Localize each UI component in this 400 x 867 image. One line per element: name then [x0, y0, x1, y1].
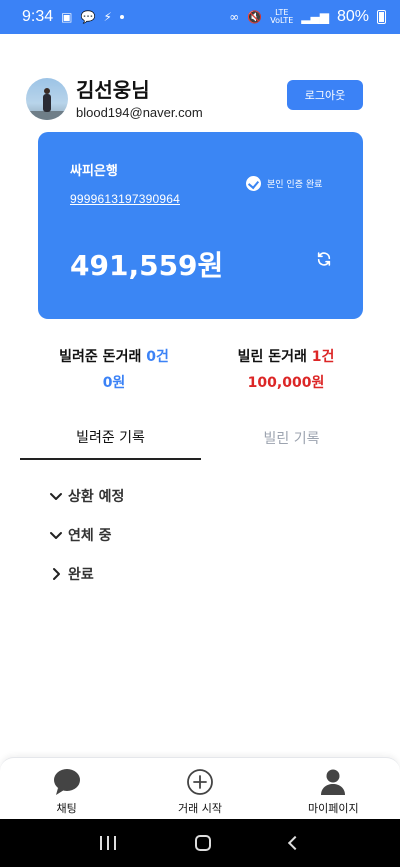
more-notifications-dot	[119, 15, 124, 19]
avatar-ground	[26, 111, 68, 120]
nav-start-deal-label: 거래 시작	[178, 802, 222, 815]
account-number[interactable]: 9999613197390964	[70, 192, 180, 206]
section-completed[interactable]: 완료	[48, 564, 124, 584]
chevron-right-icon	[53, 568, 60, 580]
tab-borrowed-history[interactable]: 빌린 기록	[201, 416, 382, 460]
section-label: 상환 예정	[68, 489, 125, 505]
mute-icon: 🔇	[247, 10, 263, 24]
battery-icon	[377, 10, 386, 24]
nav-chat-label: 채팅	[56, 802, 77, 815]
battery-percent: 80%	[336, 8, 369, 25]
history-sections: 상환 예정 연체 중 완료	[48, 486, 124, 603]
lent-stat-title: 빌려준 돈거래 0건	[14, 346, 214, 366]
recent-apps-icon[interactable]	[99, 836, 116, 850]
network-bottom: VoLTE	[270, 16, 294, 25]
profile-text: 김선웅님 blood194@naver.com	[76, 78, 203, 120]
lent-stat: 빌려준 돈거래 0건 0원	[14, 346, 214, 392]
signal-icon: ▂▄▆	[301, 10, 329, 24]
nav-start-deal[interactable]: 거래 시작	[133, 758, 266, 819]
home-icon[interactable]	[194, 835, 211, 851]
link-icon: ∞	[229, 10, 240, 24]
refresh-icon[interactable]	[316, 251, 332, 267]
network-type: LTE VoLTE	[270, 9, 293, 25]
account-balance: 491,559원	[70, 249, 224, 282]
screenshot-icon: ▣	[61, 10, 73, 24]
check-circle-icon	[246, 176, 261, 191]
nav-mypage-label: 마이페이지	[308, 802, 359, 815]
system-nav-bar	[0, 819, 400, 867]
tab-lent-history[interactable]: 빌려준 기록	[20, 416, 201, 460]
status-bar-left: 9:34 ▣ 💬 ⚡	[22, 8, 124, 26]
chat-notification-icon: 💬	[80, 10, 96, 24]
activity-icon: ⚡	[103, 10, 112, 24]
avatar	[26, 78, 68, 120]
borrowed-amount: 100,000원	[247, 375, 325, 391]
chevron-down-icon	[50, 532, 62, 539]
chevron-down-icon	[50, 493, 62, 500]
person-icon	[321, 769, 346, 795]
avatar-figure	[43, 88, 51, 112]
bottom-nav: 채팅 거래 시작 마이페이지	[0, 757, 400, 819]
section-label: 연체 중	[68, 528, 112, 544]
borrowed-stat: 빌린 돈거래 1건 100,000원	[186, 346, 386, 392]
bank-name: 싸피은행	[70, 164, 118, 179]
borrowed-count: 1건	[311, 349, 335, 365]
chat-bubble-icon	[53, 769, 80, 795]
status-bar: 9:34 ▣ 💬 ⚡ ∞ 🔇 LTE VoLTE ▂▄▆ 80%	[0, 0, 400, 34]
section-repayment-due[interactable]: 상환 예정	[48, 486, 124, 506]
nav-chat[interactable]: 채팅	[0, 758, 133, 819]
verified-label: 본인 인증 완료	[267, 180, 323, 190]
borrowed-stat-title: 빌린 돈거래 1건	[186, 346, 386, 366]
nav-mypage[interactable]: 마이페이지	[267, 758, 400, 819]
status-time: 9:34	[22, 8, 54, 25]
account-card: 싸피은행 본인 인증 완료 9999613197390964 491,559원	[38, 132, 363, 319]
section-label: 완료	[68, 567, 94, 583]
plus-circle-icon	[187, 769, 213, 795]
profile-email: blood194@naver.com	[76, 105, 203, 120]
logout-button[interactable]: 로그아웃	[287, 80, 363, 110]
profile-name: 김선웅님	[76, 78, 150, 102]
history-tabs: 빌려준 기록 빌린 기록	[20, 416, 382, 460]
lent-title-text: 빌려준 돈거래	[59, 349, 147, 365]
status-bar-right: ∞ 🔇 LTE VoLTE ▂▄▆ 80%	[229, 8, 386, 26]
lent-amount: 0원	[102, 375, 126, 391]
lent-count: 0건	[146, 349, 169, 365]
borrowed-title-text: 빌린 돈거래	[237, 349, 312, 365]
verified-badge: 본인 인증 완료	[246, 176, 322, 191]
section-overdue[interactable]: 연체 중	[48, 525, 124, 545]
back-icon[interactable]	[288, 835, 303, 851]
